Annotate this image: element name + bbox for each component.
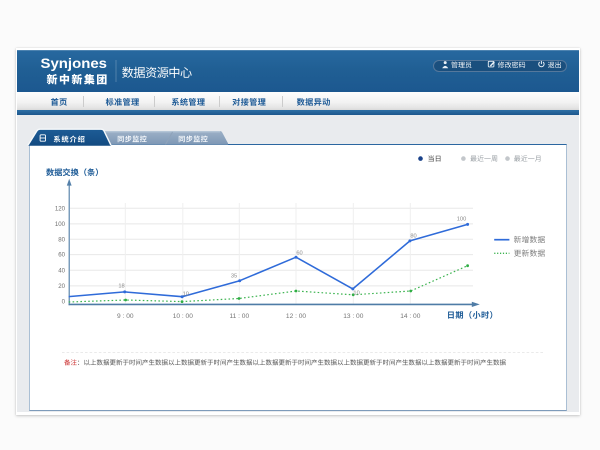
svg-text:40: 40 — [58, 267, 65, 274]
svg-text:9 : 00: 9 : 00 — [117, 313, 134, 320]
svg-text:120: 120 — [55, 205, 66, 212]
svg-text:100: 100 — [457, 217, 467, 223]
svg-text:20: 20 — [58, 283, 65, 290]
svg-text:80: 80 — [410, 234, 416, 240]
svg-text:100: 100 — [55, 221, 66, 228]
svg-text:80: 80 — [58, 236, 65, 243]
svg-text:12 : 00: 12 : 00 — [286, 313, 306, 320]
svg-text:60: 60 — [296, 251, 302, 257]
svg-text:13 : 00: 13 : 00 — [343, 313, 363, 320]
svg-text:10 : 00: 10 : 00 — [173, 313, 193, 320]
svg-text:10: 10 — [353, 291, 359, 297]
svg-text:10: 10 — [183, 291, 189, 297]
svg-text:35: 35 — [231, 274, 237, 280]
svg-text:14 : 00: 14 : 00 — [400, 313, 420, 320]
svg-text:0: 0 — [62, 298, 66, 305]
svg-text:Synjones: Synjones — [41, 56, 108, 71]
svg-text:18: 18 — [118, 284, 124, 290]
svg-text:60: 60 — [58, 252, 65, 259]
svg-text:11 : 00: 11 : 00 — [229, 313, 249, 320]
